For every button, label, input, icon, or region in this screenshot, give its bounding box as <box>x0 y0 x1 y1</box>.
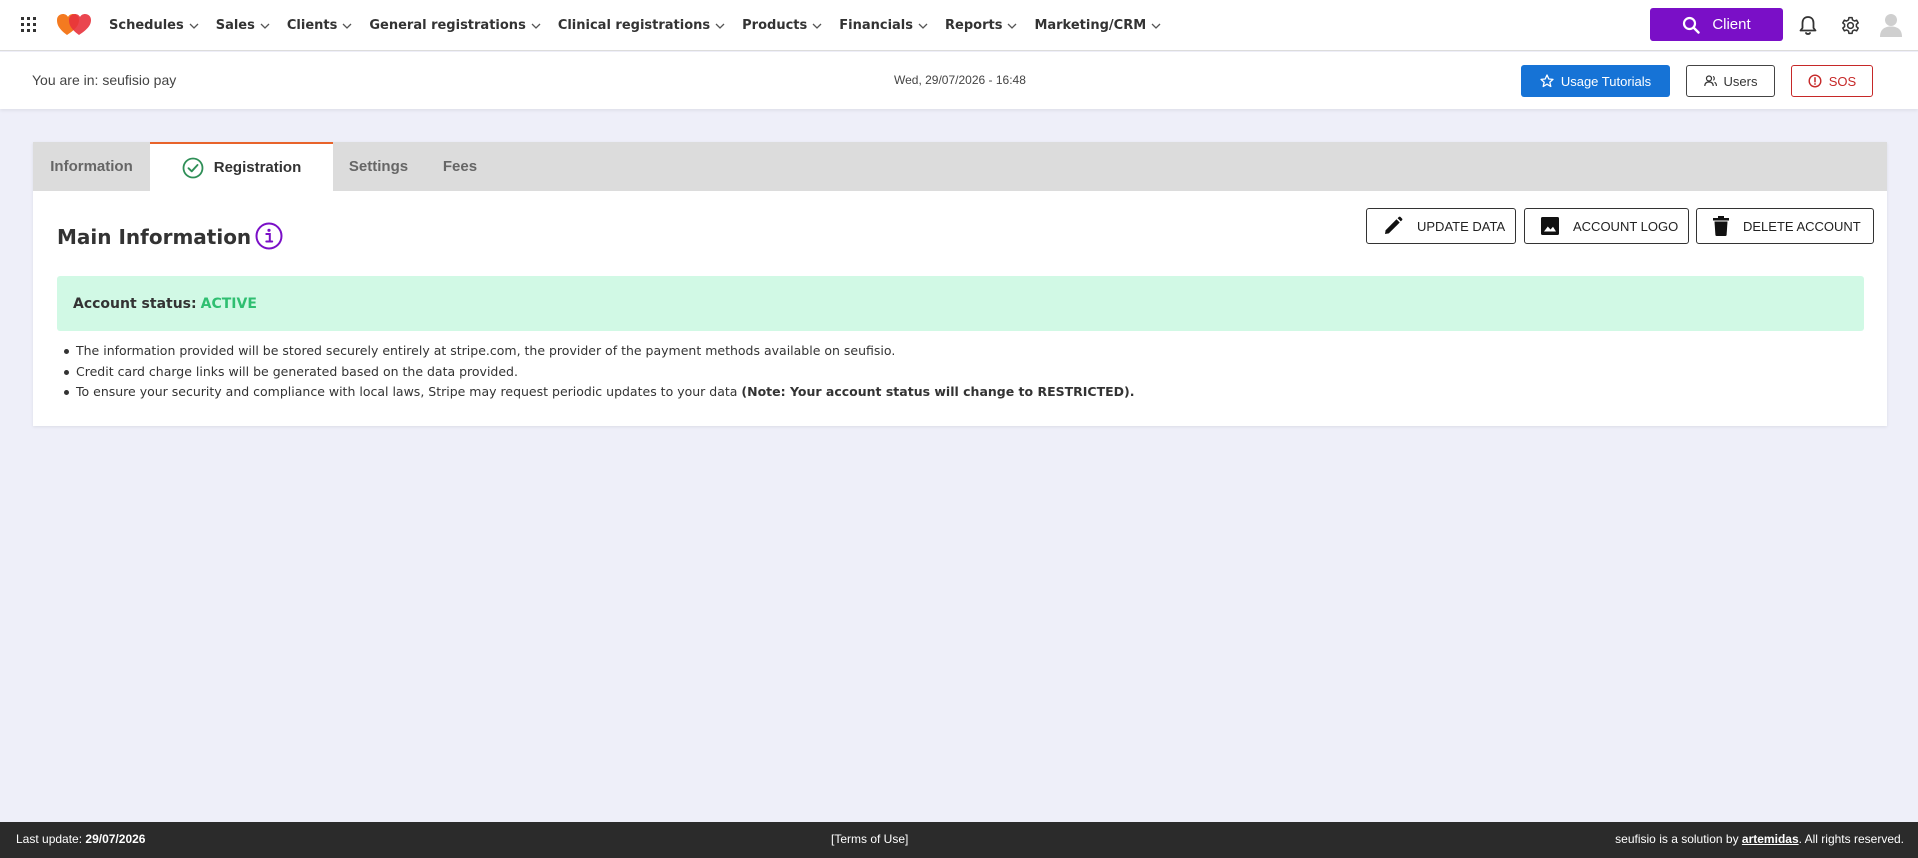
note-text: Credit card charge links will be generat… <box>76 363 518 379</box>
artemidas-link[interactable]: artemidas <box>1742 832 1799 846</box>
menu-schedules[interactable]: Schedules <box>109 18 199 33</box>
chevron-down-icon <box>342 23 352 29</box>
menu-clinical-registrations[interactable]: Clinical registrations <box>558 18 725 33</box>
list-item: Credit card charge links will be generat… <box>64 362 1135 383</box>
menu-label: Products <box>742 18 808 33</box>
menu-label: General registrations <box>369 18 526 33</box>
menu-label: Reports <box>945 18 1003 33</box>
tab-fees[interactable]: Fees <box>424 142 496 191</box>
menu-financials[interactable]: Financials <box>839 18 928 33</box>
note-text: The information provided will be stored … <box>76 343 896 358</box>
gear-icon[interactable] <box>1840 15 1861 36</box>
credit-prefix: seufisio is a solution by <box>1615 832 1739 846</box>
last-update-value: 29/07/2026 <box>85 832 146 846</box>
section-title: Main Information <box>57 225 252 249</box>
list-item: To ensure your security and compliance w… <box>64 382 1135 403</box>
menu-label: Clients <box>286 18 338 33</box>
current-datetime: Wed, 29/07/2026 - 16:48 <box>894 73 1026 87</box>
trash-icon <box>1713 216 1729 236</box>
sos-button[interactable]: SOS <box>1791 65 1873 97</box>
list-item: The information provided will be stored … <box>64 341 1135 362</box>
main-menu: Schedules Sales Clients General registra… <box>109 0 1178 51</box>
top-navbar: Schedules Sales Clients General registra… <box>0 0 1918 51</box>
tab-label: Information <box>50 158 133 175</box>
users-button[interactable]: Users <box>1686 65 1775 97</box>
update-data-label: UPDATE DATA <box>1417 218 1506 234</box>
breadcrumb: You are in: seufisio pay <box>32 72 177 88</box>
menu-marketing-crm[interactable]: Marketing/CRM <box>1034 18 1161 33</box>
sub-header: You are in: seufisio pay Wed, 29/07/2026… <box>0 52 1918 109</box>
image-icon <box>1541 217 1559 235</box>
last-update: Last update: 29/07/2026 <box>16 832 145 846</box>
chevron-down-icon <box>918 23 928 29</box>
info-icon[interactable] <box>255 222 283 250</box>
menu-label: Financials <box>839 18 913 33</box>
tab-settings[interactable]: Settings <box>333 142 424 191</box>
credits: seufisio is a solution by artemidas. All… <box>1615 832 1904 846</box>
note-bold-text: (Note: Your account status will change t… <box>741 384 1135 399</box>
tab-bar: Information Registration Settings Fees <box>33 142 1887 191</box>
menu-label: Schedules <box>109 18 184 33</box>
info-notes-list: The information provided will be stored … <box>64 341 1135 403</box>
apps-grid-icon[interactable] <box>21 17 37 33</box>
tab-label: Registration <box>213 159 302 176</box>
terms-of-use-link[interactable]: [Terms of Use] <box>831 832 908 846</box>
chevron-down-icon <box>1007 23 1017 29</box>
chevron-down-icon <box>812 23 822 29</box>
menu-sales[interactable]: Sales <box>216 18 270 33</box>
chevron-down-icon <box>1151 23 1161 29</box>
note-text: To ensure your security and compliance w… <box>76 384 738 399</box>
check-circle-icon <box>182 157 204 178</box>
user-avatar-icon[interactable] <box>1880 13 1902 37</box>
users-icon <box>1703 75 1717 87</box>
star-icon <box>1540 74 1554 88</box>
menu-clients[interactable]: Clients <box>287 18 352 33</box>
delete-account-button[interactable]: DELETE ACCOUNT <box>1696 208 1874 244</box>
tab-label: Settings <box>348 158 409 175</box>
users-label: Users <box>1723 73 1758 89</box>
chevron-down-icon <box>531 23 541 29</box>
bell-icon[interactable] <box>1798 15 1818 36</box>
menu-products[interactable]: Products <box>742 18 822 33</box>
update-data-button[interactable]: UPDATE DATA <box>1366 208 1516 244</box>
credit-suffix: . All rights reserved. <box>1798 832 1904 846</box>
pencil-icon <box>1385 216 1403 234</box>
last-update-label: Last update: <box>16 832 83 846</box>
client-button-label: Client <box>1712 16 1751 33</box>
menu-label: Clinical registrations <box>557 18 711 33</box>
account-status-value: ACTIVE <box>200 295 257 312</box>
alert-circle-icon <box>1808 74 1822 88</box>
account-logo-label: ACCOUNT LOGO <box>1573 218 1679 234</box>
client-search-button[interactable]: Client <box>1650 8 1783 41</box>
usage-tutorials-button[interactable]: Usage Tutorials <box>1521 65 1670 97</box>
account-status-banner: Account status: ACTIVE <box>57 276 1864 331</box>
account-status-label: Account status: <box>73 295 197 312</box>
account-logo-button[interactable]: ACCOUNT LOGO <box>1524 208 1689 244</box>
delete-account-label: DELETE ACCOUNT <box>1743 218 1861 234</box>
chevron-down-icon <box>260 23 270 29</box>
brand-logo[interactable] <box>57 14 91 36</box>
menu-label: Sales <box>215 18 255 33</box>
tab-label: Fees <box>442 158 478 175</box>
sos-label: SOS <box>1828 73 1857 89</box>
search-icon <box>1683 16 1701 34</box>
account-card: Information Registration Settings Fees M… <box>33 142 1887 426</box>
menu-general-registrations[interactable]: General registrations <box>369 18 541 33</box>
menu-reports[interactable]: Reports <box>945 18 1017 33</box>
chevron-down-icon <box>715 23 725 29</box>
menu-label: Marketing/CRM <box>1034 18 1147 33</box>
chevron-down-icon <box>189 23 199 29</box>
tab-information[interactable]: Information <box>33 142 150 191</box>
tab-registration[interactable]: Registration <box>150 142 333 191</box>
usage-tutorials-label: Usage Tutorials <box>1560 73 1652 89</box>
footer: Last update: 29/07/2026 [Terms of Use] s… <box>0 822 1918 858</box>
